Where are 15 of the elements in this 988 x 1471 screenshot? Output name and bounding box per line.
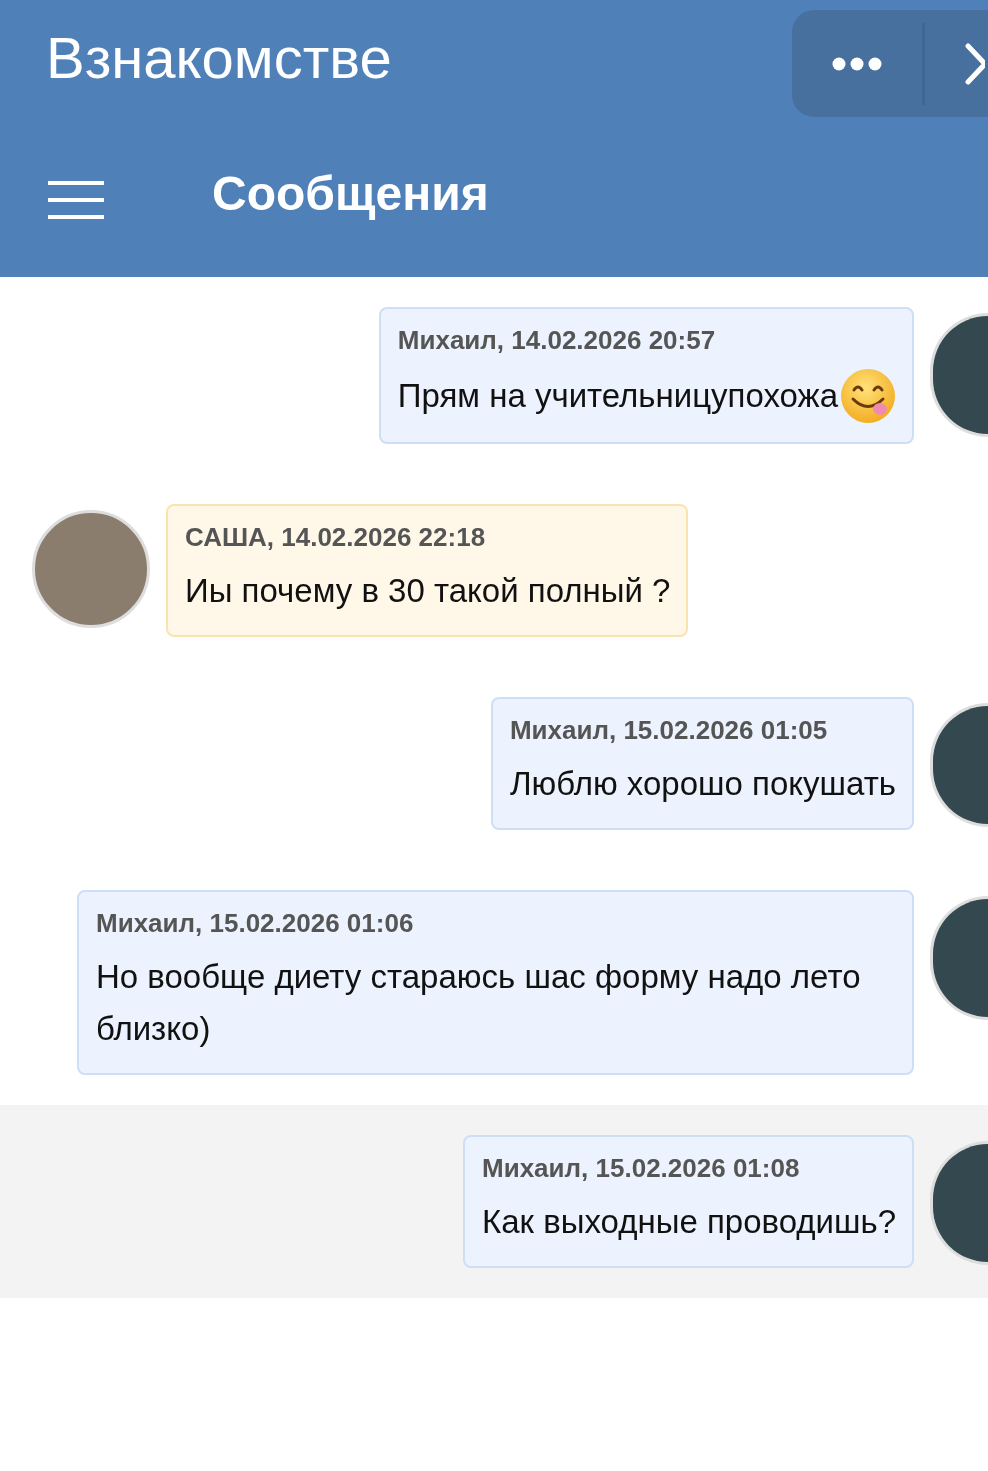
menu-icon	[48, 179, 104, 220]
section-title: Сообщения	[212, 166, 489, 221]
message-text: Как выходные проводишь?	[482, 1202, 896, 1242]
more-icon	[832, 56, 882, 71]
message-author-time: Михаил, 15.02.2026 01:08	[482, 1153, 801, 1184]
message-author-time: Михаил, 15.02.2026 01:06	[96, 908, 415, 939]
message-author-time: Михаил, 15.02.2026 01:05	[509, 715, 829, 746]
message-text: Иы почему в 30 такой полный ?	[185, 571, 671, 611]
message-author-time: Михаил, 14.02.2026 20:57	[397, 325, 717, 356]
message-author-time: САША, 14.02.2026 22:18	[185, 522, 487, 553]
message-text: Но вообще диету стараюсь шас форму надо лето близко)	[96, 957, 862, 1049]
message-text: Люблю хорошо покушать	[509, 764, 896, 804]
message-text: Прям на учительницупохожа	[397, 376, 838, 416]
app-title: Взнакомстве	[46, 24, 392, 91]
menu-button[interactable]	[48, 179, 104, 220]
